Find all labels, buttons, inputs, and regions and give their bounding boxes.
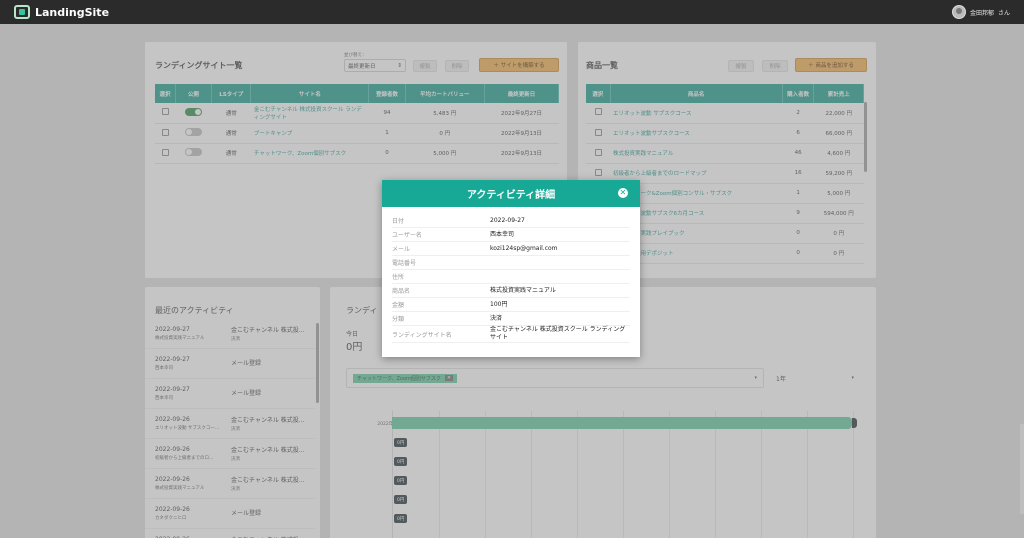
detail-label: 金額: [392, 302, 405, 309]
detail-label: ユーザー名: [392, 232, 422, 239]
modal-fields: 日付 2022-09-27 ユーザー名 西本幸司メール kozi124sp@gmail.…: [382, 207, 640, 350]
detail-row: 商品名 株式投資実践マニュアル: [392, 284, 630, 298]
detail-row: ランディングサイト名 金こむチャンネル 株式投資スクール ランディングサイト: [392, 326, 630, 343]
modal-header: アクティビティ詳細 ✕: [382, 180, 640, 207]
detail-label: 分類: [392, 316, 405, 323]
detail-row: 日付 2022-09-27: [392, 214, 630, 228]
app-logo[interactable]: LandingSite: [14, 5, 109, 19]
detail-value: 金こむチャンネル 株式投資スクール ランディングサイト: [490, 326, 626, 341]
close-icon[interactable]: ✕: [618, 188, 628, 198]
activity-detail-modal: アクティビティ詳細 ✕ 日付 2022-09-27 ユーザー名 西本幸司メール kozi…: [382, 180, 640, 357]
detail-value: 決済: [490, 314, 503, 322]
avatar[interactable]: [951, 5, 966, 19]
detail-label: 住所: [392, 274, 405, 281]
detail-label: ランディングサイト名: [392, 331, 452, 339]
user-menu[interactable]: 金田邦郁 さん: [951, 5, 1010, 19]
detail-row: 住所: [392, 270, 630, 284]
detail-label: 日付: [392, 218, 405, 225]
detail-row: メール kozi124sp@gmail.com: [392, 242, 630, 256]
detail-value: 100円: [490, 300, 508, 308]
detail-row: 金額 100円: [392, 298, 630, 312]
detail-row: 電話番号: [392, 256, 630, 270]
user-suffix: さん: [997, 9, 1010, 17]
logo-icon: [14, 5, 30, 19]
detail-row: ユーザー名 西本幸司: [392, 228, 630, 242]
detail-value: kozi124sp@gmail.com: [490, 244, 558, 252]
detail-label: 電話番号: [392, 260, 417, 267]
modal-title: アクティビティ詳細: [466, 190, 556, 201]
detail-value: 西本幸司: [490, 230, 515, 238]
detail-label: 商品名: [392, 288, 411, 295]
top-bar: LandingSite 金田邦郁 さん: [0, 0, 1024, 24]
user-name: 金田邦郁: [969, 9, 994, 17]
detail-value: 株式投資実践マニュアル: [490, 286, 556, 294]
app-name: LandingSite: [35, 5, 110, 19]
detail-row: 分類 決済: [392, 312, 630, 326]
detail-value: 2022-09-27: [490, 216, 525, 224]
detail-label: メール: [392, 246, 411, 253]
